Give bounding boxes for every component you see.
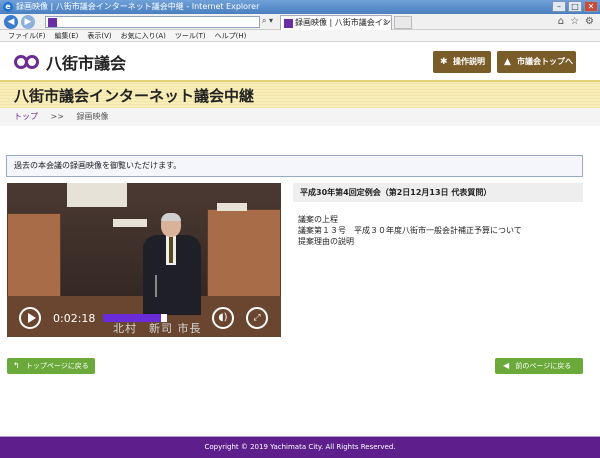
breadcrumb-home-link[interactable]: トップ	[14, 112, 38, 121]
video-player[interactable]: 北村 新司 市長 0:02:18 ◖) ⤢	[7, 183, 281, 337]
window-title: 録画映像 | 八街市議会インターネット議会中継 - Internet Explo…	[16, 2, 260, 11]
council-top-button[interactable]: ▲ 市議会トップへ	[497, 51, 576, 73]
video-time: 0:02:18	[53, 312, 96, 325]
back-to-previous-button[interactable]: ◀ 前のページに戻る	[495, 358, 583, 374]
ie-logo-icon: e	[3, 2, 13, 12]
menu-bar: ファイル(F) 編集(E) 表示(V) お気に入り(A) ツール(T) ヘルプ(…	[0, 30, 600, 42]
site-footer: Copyright © 2019 Yachimata City. All Rig…	[0, 436, 600, 458]
settings-gear-icon[interactable]: ⚙	[585, 16, 594, 27]
search-dropdown-icon[interactable]: ⌕ ▾	[262, 16, 273, 26]
address-bar[interactable]	[45, 16, 260, 28]
gear-icon: ✱	[440, 57, 448, 67]
new-tab-button[interactable]	[394, 16, 412, 29]
back-to-top-label: トップページに戻る	[25, 362, 89, 370]
menu-tools[interactable]: ツール(T)	[175, 30, 206, 41]
breadcrumb-separator: >>	[50, 112, 64, 121]
browser-navbar: ◀ ▶ ⌕ ▾ 録画映像 | 八街市議会イン... × ⌂ ☆ ⚙	[0, 14, 600, 30]
tab-close-icon[interactable]: ×	[382, 16, 389, 30]
site-logo[interactable]: 八街市議会	[14, 50, 126, 74]
site-header: 八街市議会 ✱ 操作説明 ▲ 市議会トップへ	[0, 42, 600, 80]
notice-box: 過去の本会議の録画映像を御覧いただけます。	[6, 155, 583, 177]
fullscreen-icon[interactable]: ⤢	[246, 307, 268, 329]
guide-button-label: 操作説明	[453, 57, 485, 66]
council-top-button-label: 市議会トップへ	[517, 57, 573, 66]
video-controls: 0:02:18 ◖) ⤢	[7, 301, 281, 337]
favorites-star-icon[interactable]: ☆	[570, 16, 579, 27]
menu-help[interactable]: ヘルプ(H)	[215, 30, 247, 41]
copyright-text: Copyright © 2019 Yachimata City. All Rig…	[204, 443, 396, 451]
page-title-band: 八街市議会インターネット議会中継	[0, 80, 600, 108]
site-favicon-icon	[48, 18, 57, 27]
forward-arrow-icon[interactable]: ▶	[21, 15, 35, 29]
window-controls: – □ ✕	[552, 1, 598, 12]
minimize-button[interactable]: –	[552, 1, 566, 12]
back-arrow-icon[interactable]: ◀	[4, 15, 18, 29]
notice-text: 過去の本会議の録画映像を御覧いただけます。	[14, 161, 182, 170]
video-progress-bar[interactable]	[103, 314, 167, 322]
logo-text: 八街市議会	[46, 54, 127, 73]
meeting-title: 平成30年第4回定例会（第2日12月13日 代表質問）	[293, 183, 583, 202]
left-arrow-icon: ◀	[503, 361, 510, 370]
close-button[interactable]: ✕	[584, 1, 598, 12]
window-titlebar: e 録画映像 | 八街市議会インターネット議会中継 - Internet Exp…	[0, 0, 600, 14]
menu-view[interactable]: 表示(V)	[87, 30, 111, 41]
browser-tab[interactable]: 録画映像 | 八街市議会イン... ×	[280, 15, 392, 30]
tab-title: 録画映像 | 八街市議会イン...	[295, 18, 392, 27]
tab-favicon-icon	[284, 19, 293, 28]
return-arrow-icon: ↰	[13, 361, 20, 370]
back-to-top-button[interactable]: ↰ トップページに戻る	[7, 358, 95, 374]
council-emblem-icon	[14, 53, 42, 71]
agenda-item: 議案の上程	[298, 215, 338, 224]
menu-edit[interactable]: 編集(E)	[55, 30, 79, 41]
menu-favorites[interactable]: お気に入り(A)	[121, 30, 166, 41]
maximize-button[interactable]: □	[568, 1, 582, 12]
volume-icon[interactable]: ◖)	[212, 307, 234, 329]
menu-file[interactable]: ファイル(F)	[8, 30, 46, 41]
breadcrumb-current: 録画映像	[76, 112, 109, 121]
browser-toolbar-icons: ⌂ ☆ ⚙	[558, 16, 594, 27]
guide-button[interactable]: ✱ 操作説明	[433, 51, 491, 73]
agenda-list: 議案の上程 議案第１３号 平成３０年度八街市一般会計補正予算について 提案理由の…	[298, 214, 522, 247]
back-to-previous-label: 前のページに戻る	[515, 362, 572, 370]
council-building-icon: ▲	[504, 57, 511, 67]
play-icon[interactable]	[19, 307, 41, 329]
home-icon[interactable]: ⌂	[558, 16, 564, 27]
page-title: 八街市議会インターネット議会中継	[14, 87, 255, 105]
agenda-item: 提案理由の説明	[298, 237, 354, 246]
speaker-figure	[139, 213, 203, 315]
video-progress-fill	[103, 314, 161, 322]
breadcrumb: トップ >> 録画映像	[0, 108, 600, 126]
agenda-item: 議案第１３号 平成３０年度八街市一般会計補正予算について	[298, 226, 522, 235]
